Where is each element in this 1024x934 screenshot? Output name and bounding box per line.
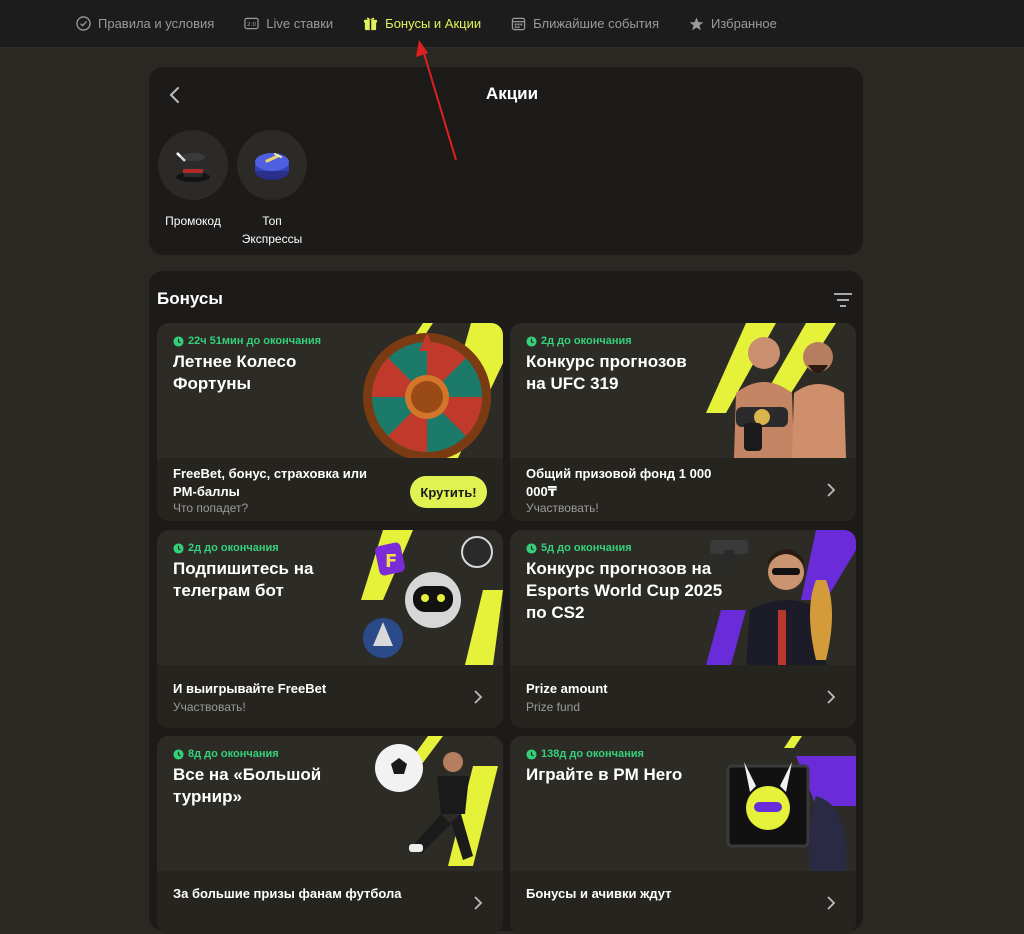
football-illustration (375, 736, 498, 866)
promo-item-promocode[interactable]: Промокод (154, 130, 232, 230)
clock-icon (526, 748, 537, 760)
bonus-card-pm-hero[interactable]: 138д до окончания Играйте в PM Hero Бону… (510, 736, 856, 934)
nav-item-label: Live ставки (266, 16, 334, 31)
calendar-icon (511, 16, 526, 31)
robot-illustration: F (361, 530, 503, 665)
promo-circle (158, 130, 228, 200)
card-title: Играйте в PM Hero (526, 765, 683, 784)
timer: 8д до окончания (173, 748, 279, 760)
magic-hat-icon (176, 152, 210, 182)
timer-text: 2д до окончания (188, 542, 279, 554)
svg-text:F: F (385, 551, 397, 572)
clock-icon (173, 542, 184, 554)
filter-button[interactable] (833, 291, 853, 309)
chevron-right-icon (827, 483, 836, 497)
card-footer: Общий призовой фонд 1 000 000₸ Участвова… (510, 459, 856, 521)
clock-icon (173, 335, 184, 347)
card-description: За большие призы фанам футбола (173, 886, 402, 901)
card-footer: FreeBet, бонус, страховка или PM-баллы Ч… (157, 459, 503, 521)
bonus-card-esports[interactable]: 5д до окончания Конкурс прогнозов на Esp… (510, 530, 856, 728)
fortune-wheel-illustration (363, 323, 503, 458)
bonus-card-telegram[interactable]: 2д до окончания Подпишитесь на телеграм … (157, 530, 503, 728)
top-navigation: Правила и условия 2:0 Live ставки Бонусы… (0, 0, 1024, 48)
chevron-right-icon (827, 690, 836, 704)
section-title: Бонусы (157, 289, 223, 308)
bonus-card-wheel[interactable]: 22ч 51мин до окончания Летнее Колесо Фор… (157, 323, 503, 521)
bonus-card-ufc[interactable]: 2д до окончания Конкурс прогнозов на UFC… (510, 323, 856, 521)
card-description: И выигрывайте FreeBet (173, 681, 327, 696)
chevron-right-icon (474, 896, 483, 910)
bonus-card-football[interactable]: 8д до окончания Все на «Большой турнир» … (157, 736, 503, 934)
nav-item-bonuses[interactable]: Бонусы и Акции (363, 0, 481, 48)
bonuses-panel: Бонусы 22ч 51мин до окончания Летнее Кол… (149, 271, 863, 934)
card-subtitle: Prize fund (526, 700, 581, 714)
scoreboard-icon: 2:0 (244, 16, 259, 31)
card-footer: Бонусы и ачивки ждут (510, 872, 856, 934)
card-title: Подпишитесь на телеграм бот (173, 559, 314, 600)
star-icon (689, 16, 704, 31)
promo-label: Промокод (165, 214, 221, 228)
timer: 22ч 51мин до окончания (173, 335, 321, 347)
card-title: Летнее Колесо Фортуны (173, 352, 297, 393)
card-subtitle: Участвовать! (173, 700, 246, 714)
check-circle-icon (76, 16, 91, 31)
puck-icon (255, 153, 289, 180)
timer: 138д до окончания (526, 748, 644, 760)
promo-item-top-express[interactable]: Топ Экспрессы (233, 130, 311, 248)
fighters-illustration (706, 323, 846, 458)
timer-text: 22ч 51мин до окончания (188, 335, 322, 347)
nav-item-label: Бонусы и Акции (385, 16, 482, 31)
svg-text:2:0: 2:0 (247, 22, 256, 28)
chevron-right-icon (474, 690, 483, 704)
card-title: Конкурс прогнозов на Esports World Cup 2… (526, 559, 723, 622)
nav-item-live[interactable]: 2:0 Live ставки (244, 0, 333, 48)
timer: 5д до окончания (526, 542, 632, 554)
timer-text: 2д до окончания (541, 335, 632, 347)
card-subtitle: Участвовать! (526, 501, 599, 515)
timer-text: 5д до окончания (541, 542, 632, 554)
gamer-illustration (706, 530, 856, 665)
clock-icon (526, 542, 537, 554)
gift-icon (363, 16, 378, 31)
card-description: Prize amount (526, 681, 608, 696)
nav-item-upcoming[interactable]: Ближайшие события (511, 0, 659, 48)
clock-icon (173, 748, 184, 760)
timer: 2д до окончания (173, 542, 279, 554)
card-title: Все на «Большой турнир» (173, 765, 322, 806)
card-subtitle: Что попадет? (173, 501, 249, 515)
spin-button[interactable]: Крутить! (410, 476, 487, 508)
nav-item-label: Правила и условия (98, 16, 215, 31)
card-footer: И выигрывайте FreeBet Участвовать! (157, 666, 503, 728)
filter-icon (834, 293, 852, 307)
timer-text: 138д до окончания (541, 748, 644, 760)
nav-item-label: Ближайшие события (533, 16, 659, 31)
card-footer: Prize amount Prize fund (510, 666, 856, 728)
chevron-right-icon (827, 896, 836, 910)
card-description: Общий призовой фонд 1 000 000₸ (526, 466, 712, 499)
timer: 2д до окончания (526, 335, 632, 347)
clock-icon (526, 335, 537, 347)
promo-label: Топ Экспрессы (241, 214, 303, 246)
card-footer: За большие призы фанам футбола (157, 872, 503, 934)
card-title: Конкурс прогнозов на UFC 319 (526, 352, 687, 393)
promo-circle (237, 130, 307, 200)
card-description: Бонусы и ачивки ждут (526, 886, 672, 901)
nav-item-label: Избранное (710, 16, 777, 31)
nav-item-rules[interactable]: Правила и условия (76, 0, 214, 48)
timer-text: 8д до окончания (188, 748, 279, 760)
nav-item-favorites[interactable]: Избранное (689, 0, 777, 48)
card-description: FreeBet, бонус, страховка или PM-баллы (173, 466, 368, 499)
page-title: Акции (485, 84, 539, 103)
pm-hero-illustration (726, 736, 856, 871)
